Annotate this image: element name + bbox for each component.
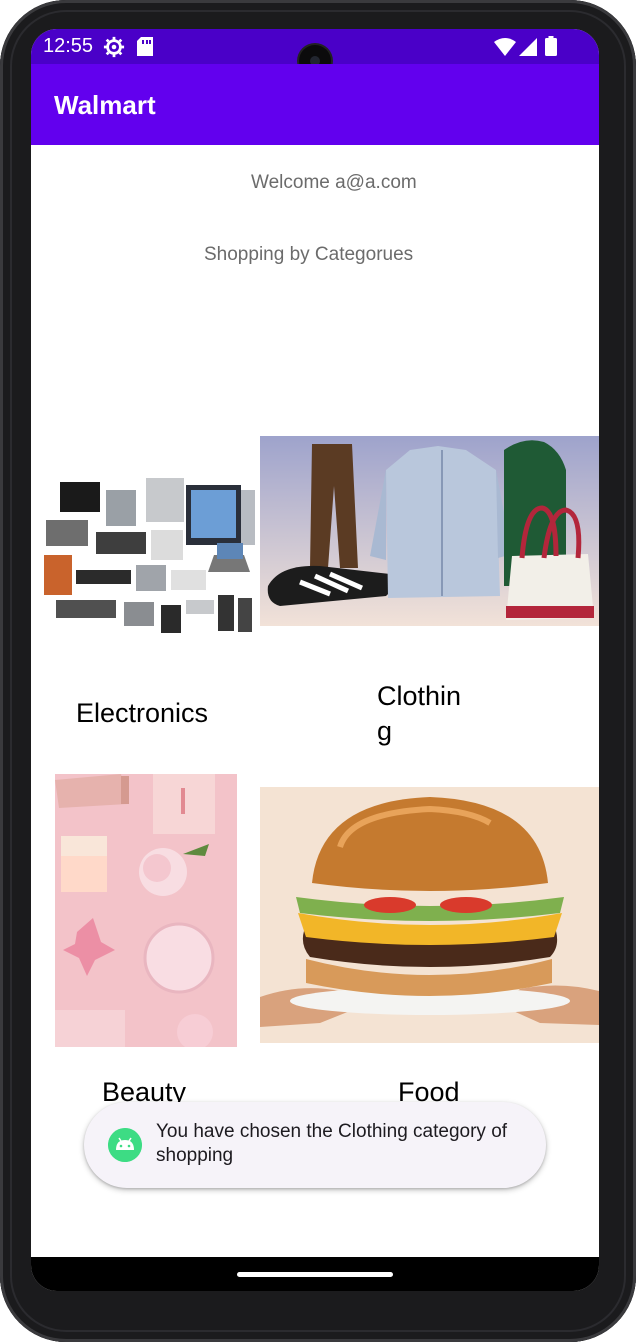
app-bar: Walmart	[31, 64, 599, 145]
electronics-image[interactable]	[36, 460, 258, 640]
app-title: Walmart	[54, 90, 156, 120]
wifi-icon	[494, 38, 516, 56]
screen: 12:55 Walmart Welcome a@a.com Shopping b…	[31, 29, 599, 1291]
categories-subtitle: Shopping by Categorues	[204, 244, 414, 265]
toast: You have chosen the Clothing category of…	[84, 1102, 546, 1188]
welcome-text: Welcome a@a.com	[251, 172, 417, 193]
signal-icon	[519, 38, 537, 56]
phone-frame: 12:55 Walmart Welcome a@a.com Shopping b…	[0, 0, 636, 1342]
category-label-electronics[interactable]: Electronics	[76, 696, 208, 731]
toast-message: You have chosen the Clothing category of…	[156, 1121, 508, 1166]
status-time: 12:55	[43, 35, 94, 57]
home-gesture-bar[interactable]	[237, 1272, 393, 1277]
clothing-image[interactable]	[260, 436, 599, 626]
battery-icon	[545, 36, 557, 56]
android-icon	[108, 1128, 142, 1162]
beauty-image[interactable]	[55, 774, 237, 1047]
sd-card-icon	[137, 37, 153, 56]
category-label-clothing[interactable]: Clothing	[377, 679, 471, 749]
navigation-bar	[31, 1257, 599, 1291]
settings-gear-icon	[103, 36, 125, 58]
main-content: Welcome a@a.com Shopping by Categorues E…	[31, 145, 599, 1257]
food-image[interactable]	[260, 787, 599, 1043]
